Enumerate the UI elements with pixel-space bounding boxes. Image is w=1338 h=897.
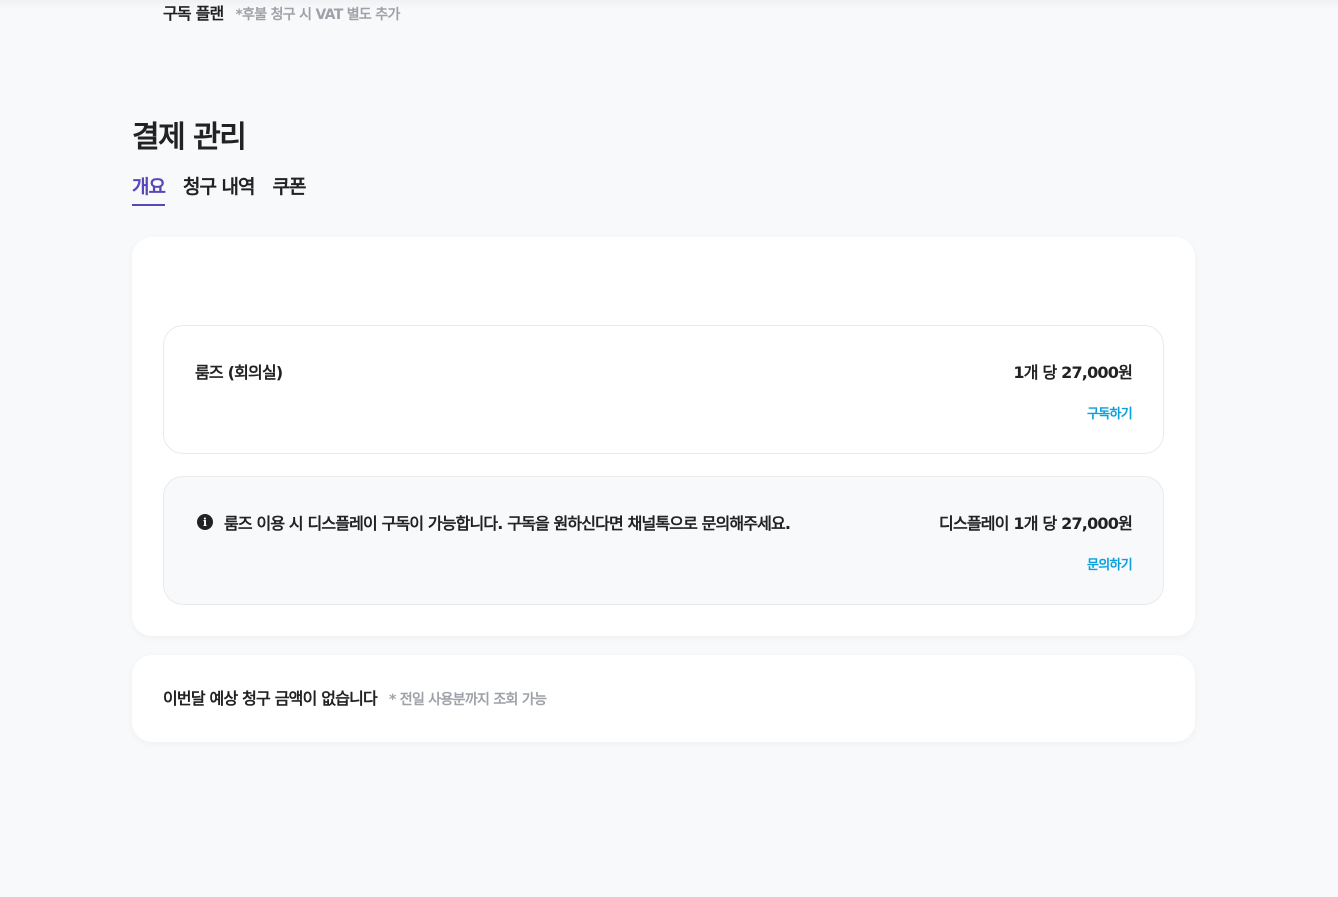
plan-name: 룸즈 (회의실)	[195, 363, 283, 382]
plan-item-rooms: 룸즈 (회의실) 1개 당 27,000원 구독하기	[163, 325, 1164, 454]
display-info-box: i 룸즈 이용 시 디스플레이 구독이 가능합니다. 구독을 원하신다면 채널톡…	[163, 476, 1164, 605]
display-info-message: 룸즈 이용 시 디스플레이 구독이 가능합니다. 구독을 원하신다면 채널톡으로…	[224, 514, 791, 533]
estimate-note: * 전일 사용분까지 조회 가능	[388, 692, 547, 708]
display-price: 디스플레이 1개 당 27,000원	[939, 514, 1133, 533]
estimate-card: 이번달 예상 청구 금액이 없습니다 * 전일 사용분까지 조회 가능	[132, 655, 1195, 742]
estimate-heading-title: 이번달 예상 청구 금액이 없습니다	[163, 689, 378, 708]
subscription-heading: 구독 플랜 *후불 청구 시 VAT 별도 추가	[163, 0, 400, 24]
page-title: 결제 관리	[132, 120, 247, 155]
info-circle-icon: i	[197, 514, 213, 530]
tab-overview[interactable]: 개요	[132, 172, 166, 206]
tab-bar: 개요 청구 내역 쿠폰	[132, 172, 307, 206]
subscribe-button[interactable]: 구독하기	[1087, 403, 1133, 422]
tab-coupons[interactable]: 쿠폰	[273, 172, 307, 206]
plan-price: 1개 당 27,000원	[1013, 363, 1132, 382]
vat-note: *후불 청구 시 VAT 별도 추가	[235, 7, 400, 23]
estimate-heading: 이번달 예상 청구 금액이 없습니다 * 전일 사용분까지 조회 가능	[163, 685, 547, 709]
inquiry-button[interactable]: 문의하기	[1087, 554, 1133, 573]
display-info-row: i 룸즈 이용 시 디스플레이 구독이 가능합니다. 구독을 원하신다면 채널톡…	[197, 510, 791, 534]
subscription-heading-title: 구독 플랜	[163, 4, 224, 23]
tab-billing-history[interactable]: 청구 내역	[183, 172, 256, 206]
